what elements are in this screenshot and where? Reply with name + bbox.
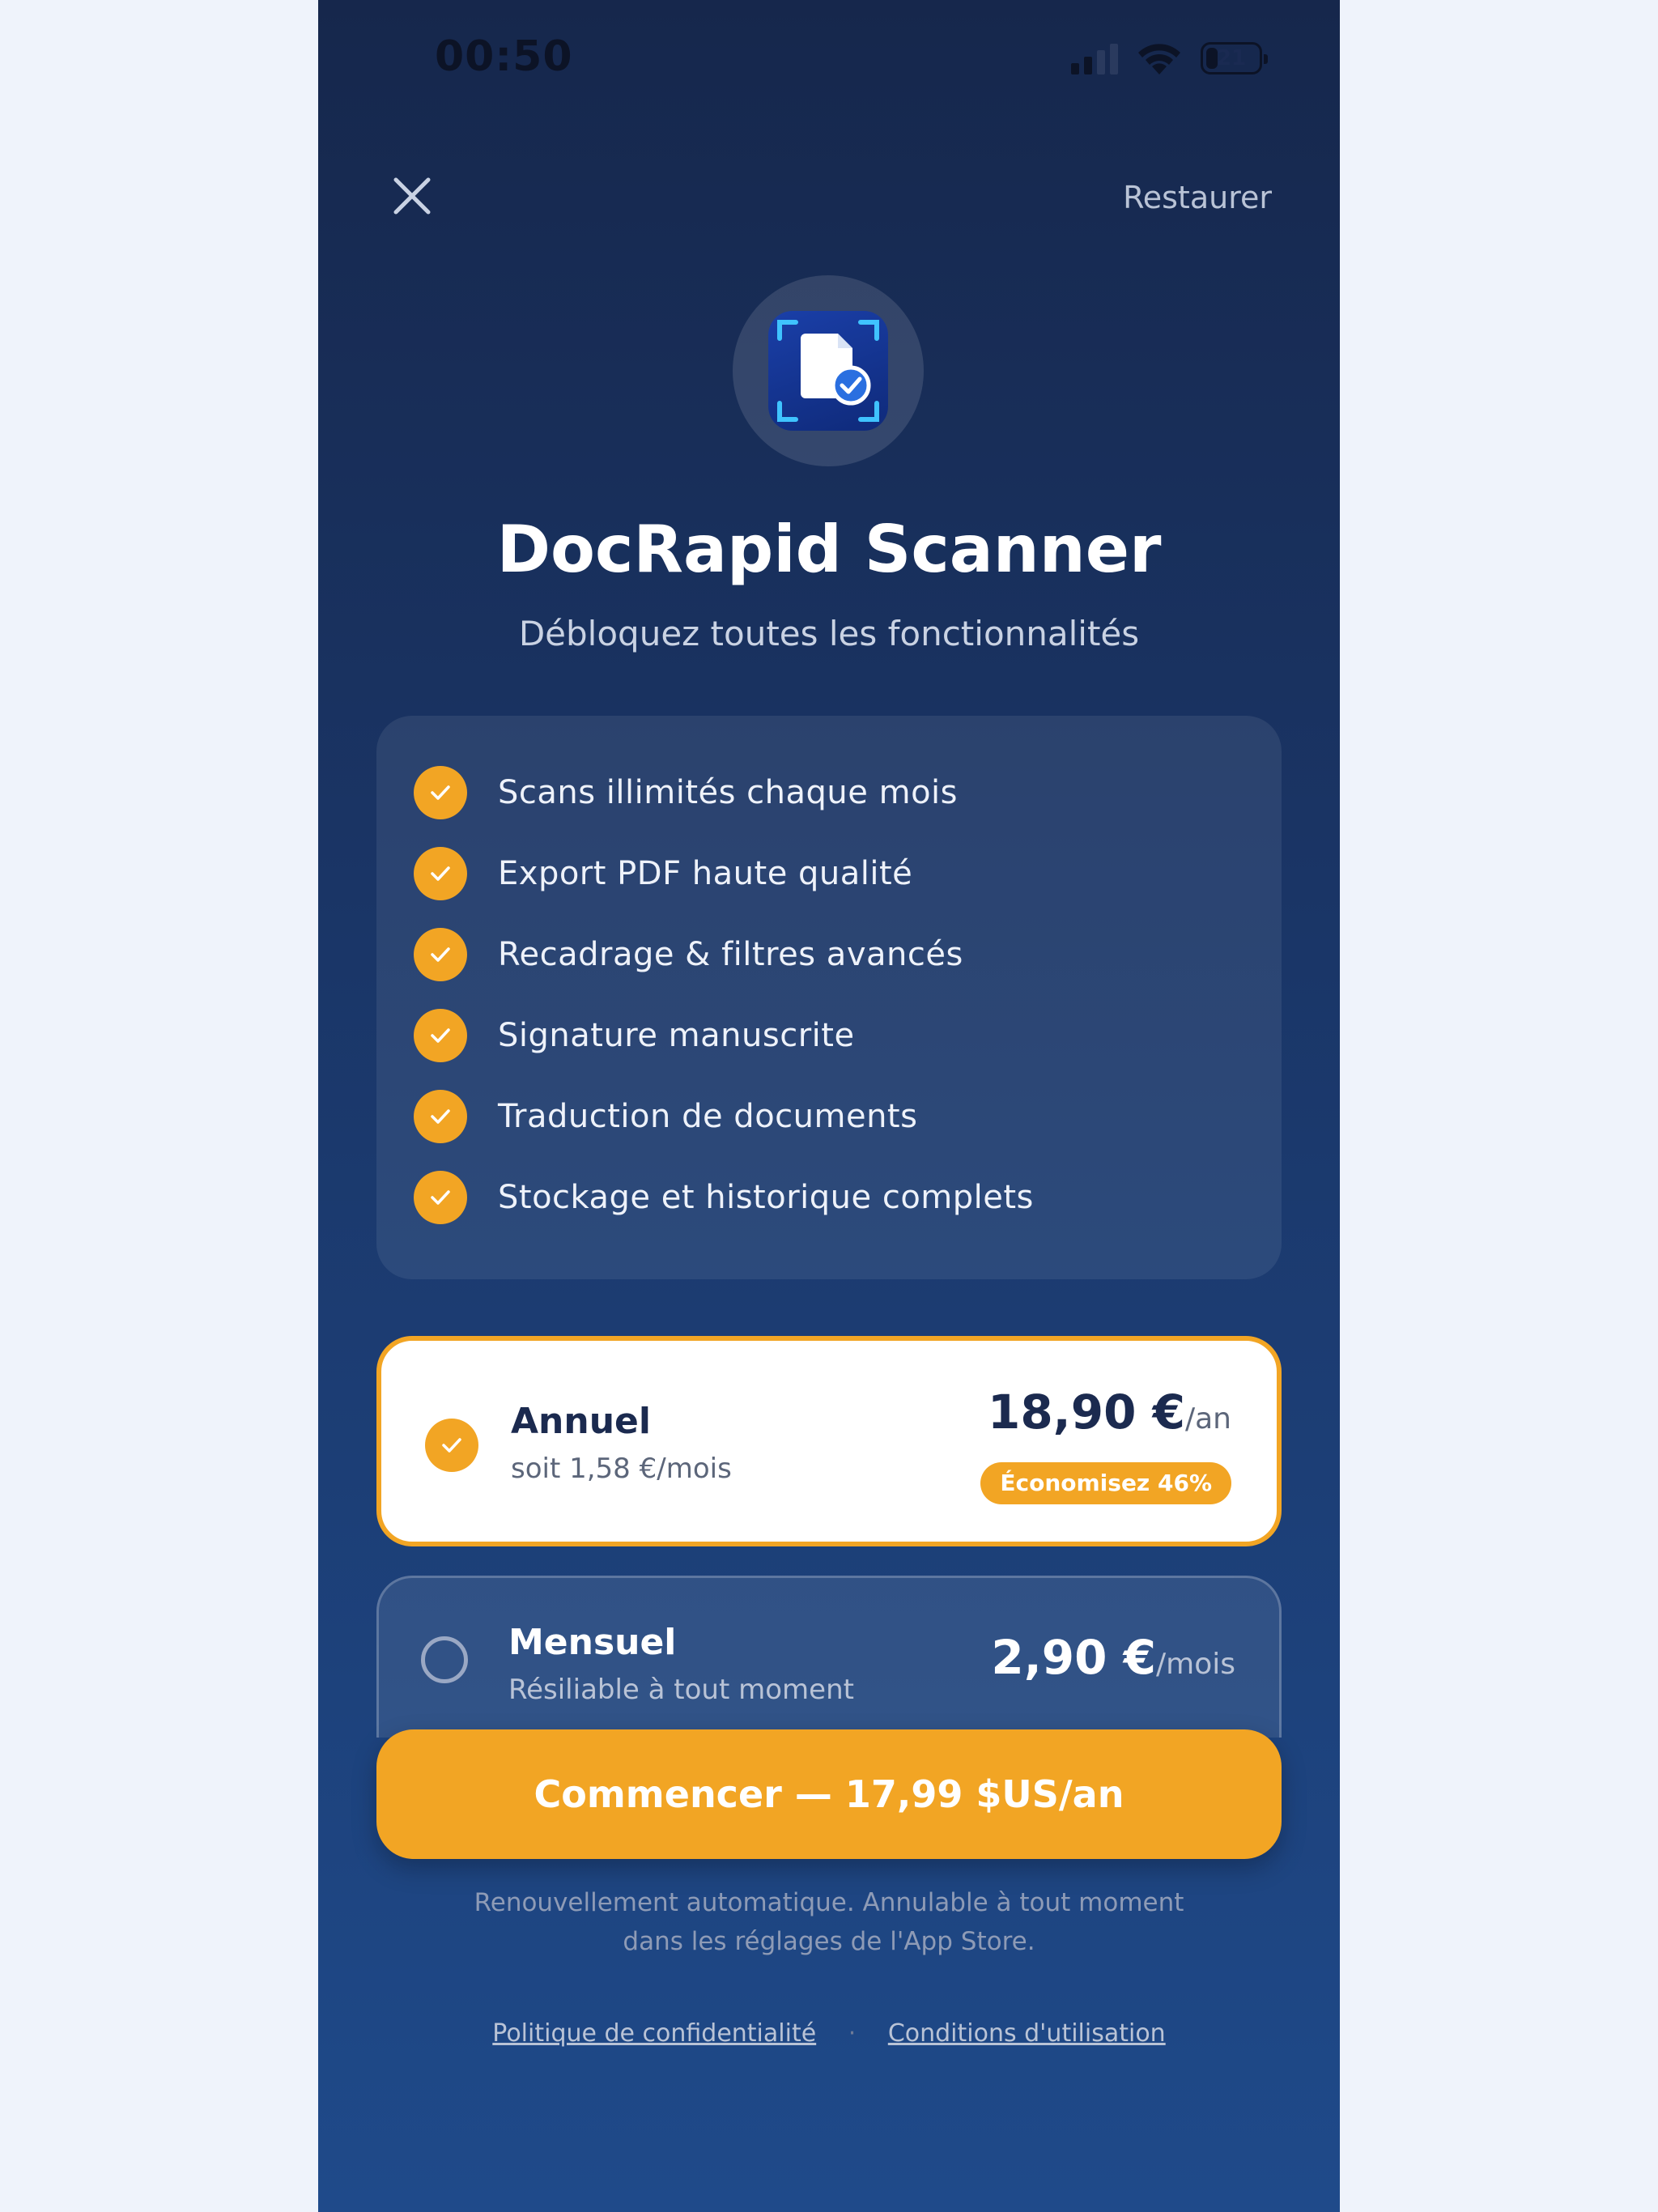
app-icon-halo — [733, 275, 924, 466]
renewal-notice: Renouvellement automatique. Annulable à … — [318, 1883, 1340, 1961]
plan-name: Mensuel — [508, 1622, 677, 1663]
footer-links: Politique de confidentialité · Condition… — [318, 2019, 1340, 2048]
feature-item: Traduction de documents — [414, 1090, 917, 1143]
restore-purchases-link[interactable]: Restaurer — [1123, 180, 1272, 215]
feature-label: Recadrage & filtres avancés — [498, 936, 963, 973]
plan-price-unit: /mois — [1156, 1648, 1235, 1681]
renewal-notice-line: Renouvellement automatique. Annulable à … — [474, 1888, 1184, 1917]
document-scan-check-icon — [777, 320, 879, 422]
radio-selected-icon — [425, 1419, 478, 1472]
cellular-signal-icon — [1071, 42, 1118, 74]
checkmark-icon — [414, 928, 467, 981]
close-icon — [393, 177, 431, 215]
checkmark-icon — [414, 1171, 467, 1224]
paywall-screen: 00:50 21 Restaurer DocRapid Scanner Débl… — [318, 0, 1340, 2212]
radio-unselected-icon — [421, 1636, 468, 1683]
footer-separator: · — [848, 2019, 857, 2048]
feature-item: Recadrage & filtres avancés — [414, 928, 963, 981]
feature-label: Stockage et historique complets — [498, 1179, 1034, 1216]
plan-detail: soit 1,58 €/mois — [511, 1453, 732, 1485]
terms-of-use-link[interactable]: Conditions d'utilisation — [888, 2019, 1166, 2048]
feature-item: Stockage et historique complets — [414, 1171, 1034, 1224]
feature-label: Scans illimités chaque mois — [498, 774, 958, 811]
feature-item: Signature manuscrite — [414, 1009, 855, 1062]
feature-label: Export PDF haute qualité — [498, 855, 913, 892]
renewal-notice-line: dans les réglages de l'App Store. — [623, 1927, 1035, 1956]
close-button[interactable] — [388, 172, 436, 220]
wifi-icon — [1138, 44, 1180, 74]
plan-option-annual[interactable]: Annuel soit 1,58 €/mois 18,90 €/an Écono… — [376, 1336, 1282, 1546]
app-icon — [768, 311, 888, 431]
features-list: Scans illimités chaque mois Export PDF h… — [376, 716, 1282, 1279]
plan-option-monthly[interactable]: Mensuel Résiliable à tout moment 2,90 €/… — [376, 1576, 1282, 1738]
checkmark-icon — [414, 1009, 467, 1062]
savings-badge: Économisez 46% — [980, 1462, 1231, 1504]
plan-price-amount: 18,90 € — [987, 1385, 1185, 1440]
plan-price: 18,90 €/an — [988, 1385, 1231, 1440]
app-title: DocRapid Scanner — [496, 512, 1162, 587]
plan-price-unit: /an — [1184, 1402, 1231, 1436]
app-subtitle: Débloquez toutes les fonctionnalités — [518, 614, 1140, 653]
feature-item: Scans illimités chaque mois — [414, 766, 958, 819]
checkmark-icon — [414, 766, 467, 819]
plan-price-amount: 2,90 € — [991, 1630, 1157, 1685]
status-bar: 00:50 21 — [318, 0, 1340, 121]
plan-name: Annuel — [511, 1401, 651, 1442]
checkmark-icon — [414, 847, 467, 900]
battery-icon: 21 — [1201, 42, 1268, 74]
status-icons: 21 — [1071, 40, 1268, 76]
subscribe-button[interactable]: Commencer — 17,99 $US/an — [376, 1729, 1282, 1859]
feature-label: Traduction de documents — [498, 1098, 918, 1135]
plan-price: 2,90 €/mois — [991, 1630, 1235, 1685]
checkmark-icon — [414, 1090, 467, 1143]
battery-level-text: 21 — [1216, 46, 1247, 70]
plan-detail: Résiliable à tout moment — [508, 1674, 854, 1706]
privacy-policy-link[interactable]: Politique de confidentialité — [492, 2019, 816, 2048]
feature-item: Export PDF haute qualité — [414, 847, 912, 900]
feature-label: Signature manuscrite — [498, 1017, 855, 1054]
status-time: 00:50 — [435, 32, 573, 81]
